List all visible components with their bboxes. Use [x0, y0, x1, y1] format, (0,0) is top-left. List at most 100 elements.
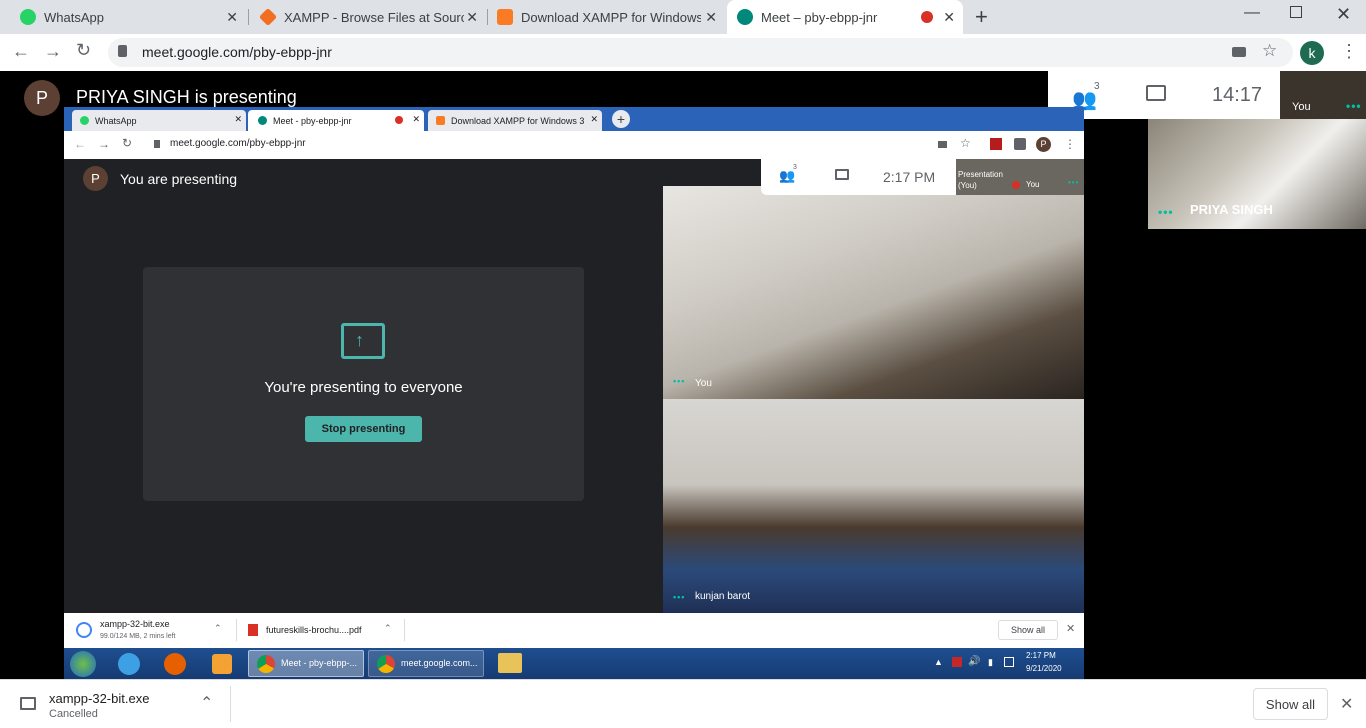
close-tab-icon: ✕	[412, 114, 420, 124]
self-label: You	[1292, 101, 1311, 113]
shared-url-text: meet.google.com/pby-ebpp-jnr	[170, 138, 306, 149]
restore-button[interactable]	[1290, 6, 1302, 18]
shared-screen: WhatsApp ✕ Meet - pby-ebpp-jnr ✕ Downloa…	[64, 107, 1084, 679]
minimize-button[interactable]: —	[1244, 4, 1260, 22]
tab-title: Download XAMPP for Windows 3	[521, 9, 701, 25]
shared-browser-toolbar: ← → ↻ meet.google.com/pby-ebpp-jnr ☆ P ⋮	[64, 131, 1084, 159]
action-center-icon	[1004, 657, 1014, 667]
close-tab-icon[interactable]: ✕	[705, 9, 717, 26]
mic-off-icon	[1012, 181, 1020, 189]
chevron-up-icon[interactable]: ⌃	[200, 693, 213, 713]
start-button-icon	[70, 651, 96, 677]
participant-tile[interactable]: ••• PRIYA SINGH	[1148, 119, 1366, 229]
download-bar: xampp-32-bit.exe Cancelled ⌃ Show all ✕	[0, 679, 1366, 728]
download-detail: 99.0/124 MB, 2 mins left	[100, 633, 176, 640]
media-player-icon	[212, 654, 232, 674]
windows-taskbar: Meet - pby-ebpp-... meet.google.com... ▲…	[64, 648, 1084, 679]
tab-title: XAMPP - Browse Files at SourceF	[284, 9, 464, 25]
stop-presenting-button: Stop presenting	[305, 416, 422, 442]
back-icon[interactable]: ←	[12, 41, 30, 62]
tab-divider	[487, 9, 488, 25]
chat-icon	[835, 169, 849, 180]
close-tab-icon[interactable]: ✕	[226, 9, 238, 26]
speaker-icon: 🔊	[968, 656, 981, 667]
presentation-label: Presentation (You)	[958, 170, 1003, 190]
browser-toolbar: ← → ↻ meet.google.com/pby-ebpp-jnr ☆ k ⋮	[0, 34, 1366, 71]
xampp-icon	[497, 9, 513, 25]
lock-icon	[118, 45, 127, 57]
tray-app-icon	[952, 657, 962, 667]
divider	[230, 686, 231, 722]
xampp-icon	[436, 116, 445, 125]
taskbar-item-meet-2: meet.google.com...	[368, 650, 484, 677]
file-explorer-icon	[498, 653, 522, 673]
menu-icon: ⋮	[1064, 137, 1076, 151]
forward-icon[interactable]: →	[44, 41, 62, 62]
divider	[236, 619, 237, 641]
shared-tab-meet: Meet - pby-ebpp-jnr ✕	[248, 110, 424, 131]
more-options-icon[interactable]: •••	[1158, 205, 1174, 219]
present-screen-icon: ↑	[341, 323, 385, 359]
tab-title: Meet – pby-ebpp-jnr	[761, 9, 878, 25]
back-icon: ←	[74, 137, 86, 151]
internet-explorer-icon	[118, 653, 140, 675]
presenter-avatar: P	[83, 166, 108, 191]
tray-expand-icon: ▲	[934, 657, 943, 667]
presenting-banner: You are presenting	[120, 171, 238, 187]
tab-strip: WhatsApp ✕ XAMPP - Browse Files at Sourc…	[0, 0, 1366, 34]
star-icon: ☆	[960, 136, 971, 150]
star-icon[interactable]: ☆	[1262, 41, 1277, 61]
camera-icon	[938, 141, 947, 148]
more-options-icon[interactable]: •••	[1346, 99, 1362, 113]
self-video-thumbnail[interactable]: You •••	[1280, 71, 1366, 119]
new-tab-button[interactable]: +	[975, 4, 988, 30]
sourceforge-icon	[258, 7, 278, 27]
more-options-icon: •••	[1068, 178, 1080, 187]
tab-meet[interactable]: Meet – pby-ebpp-jnr ✕	[727, 0, 963, 34]
people-button[interactable]: 👥 3	[1072, 81, 1102, 111]
installer-icon	[76, 622, 92, 638]
participant-name: PRIYA SINGH	[1190, 202, 1273, 217]
recording-icon	[921, 11, 933, 23]
self-label: You	[1026, 180, 1040, 189]
pdf-extension-icon	[990, 138, 1002, 150]
tab-whatsapp[interactable]: WhatsApp ✕	[14, 0, 246, 34]
new-tab-icon: +	[612, 110, 630, 128]
shared-tab-title: Meet - pby-ebpp-jnr	[273, 115, 352, 126]
shared-tab-title: Download XAMPP for Windows 3	[451, 115, 585, 126]
reload-icon[interactable]: ↻	[76, 40, 91, 61]
camera-icon[interactable]	[1232, 47, 1246, 57]
close-window-button[interactable]: ✕	[1336, 4, 1351, 25]
address-bar[interactable]: meet.google.com/pby-ebpp-jnr ☆	[108, 38, 1293, 67]
chat-icon[interactable]	[1146, 85, 1166, 101]
shared-tab-whatsapp: WhatsApp ✕	[72, 110, 246, 131]
tab-xampp-sourceforge[interactable]: XAMPP - Browse Files at SourceF ✕	[250, 0, 486, 34]
close-icon[interactable]: ✕	[1340, 694, 1353, 714]
recording-icon	[395, 116, 403, 124]
forward-icon: →	[98, 137, 110, 151]
taskbar-date: 9/21/2020	[1026, 664, 1062, 673]
lock-icon	[154, 140, 160, 148]
meeting-clock: 14:17	[1212, 84, 1263, 106]
url-text: meet.google.com/pby-ebpp-jnr	[142, 44, 332, 60]
taskbar-time: 2:17 PM	[1026, 651, 1056, 660]
more-options-icon: •••	[673, 376, 686, 386]
download-name: xampp-32-bit.exe	[49, 691, 150, 706]
download-item[interactable]: xampp-32-bit.exe Cancelled ⌃	[0, 680, 230, 728]
firefox-icon	[164, 653, 186, 675]
close-tab-icon[interactable]: ✕	[466, 9, 478, 26]
profile-avatar[interactable]: k	[1300, 41, 1324, 65]
presenter-avatar: P	[24, 80, 60, 116]
tab-download-xampp[interactable]: Download XAMPP for Windows 3 ✕	[489, 0, 725, 34]
close-tab-icon[interactable]: ✕	[943, 9, 955, 26]
chrome-icon	[377, 655, 395, 673]
menu-icon[interactable]: ⋮	[1340, 41, 1358, 62]
taskbar-item-label: Meet - pby-ebpp-...	[281, 658, 358, 668]
close-tab-icon: ✕	[590, 114, 598, 124]
tab-title: WhatsApp	[44, 9, 104, 25]
show-all-button: Show all	[998, 620, 1058, 640]
shared-meet-stage: P You are presenting ↑ You're presenting…	[64, 159, 1084, 613]
video-tile-kunjan: ••• kunjan barot	[663, 399, 1084, 613]
show-all-button[interactable]: Show all	[1253, 688, 1328, 720]
download-name: xampp-32-bit.exe	[100, 619, 170, 629]
